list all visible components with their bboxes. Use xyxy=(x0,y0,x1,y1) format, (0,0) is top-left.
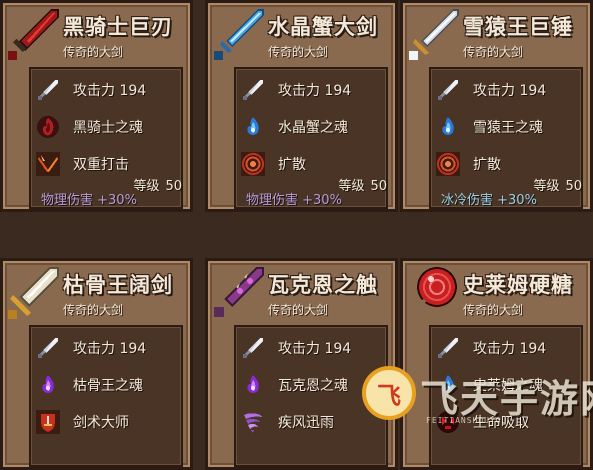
attribute-text: 剑术大师 xyxy=(73,415,129,431)
spread-icon xyxy=(240,151,266,177)
attribute-row: 攻击力 194 xyxy=(435,75,577,105)
attribute-text: 双重打击 xyxy=(73,157,129,173)
card-header: 水晶蟹大剑 传奇的大剑 xyxy=(208,3,395,65)
attribute-text: 攻击力 194 xyxy=(473,83,547,99)
level-caption: 等级 xyxy=(533,179,560,194)
attribute-text: 攻击力 194 xyxy=(73,341,147,357)
crystal-greatsword-icon xyxy=(210,5,268,63)
level-caption: 等级 xyxy=(133,179,160,194)
attribute-text: 攻击力 194 xyxy=(473,341,547,357)
attribute-text: 瓦克恩之魂 xyxy=(278,378,348,394)
bone-broadsword-icon xyxy=(5,263,63,321)
watermark-logo: 飞 xyxy=(362,366,416,420)
weapon-rarity: 传奇的大剑 xyxy=(463,303,524,317)
weapon-card[interactable]: 水晶蟹大剑 传奇的大剑 攻击力 194 水晶蟹之魂 扩散 物理伤害 +30% 等… xyxy=(205,0,398,212)
watermark-subtext: FEITIANSHOUYOU xyxy=(426,416,508,425)
level-caption: 等级 xyxy=(338,179,365,194)
weapon-name: 枯骨王阔剑 xyxy=(63,273,173,297)
blue-soul-icon xyxy=(435,114,461,140)
weapon-name: 史莱姆硬糖 xyxy=(463,273,573,297)
weapon-card[interactable]: 枯骨王阔剑 传奇的大剑 攻击力 194 枯骨王之魂 剑术大师 xyxy=(0,258,193,470)
attribute-row: 剑术大师 xyxy=(35,407,177,437)
blue-soul-icon xyxy=(240,114,266,140)
attribute-row: 黑骑士之魂 xyxy=(35,112,177,142)
card-header: 史莱姆硬糖 传奇的大剑 xyxy=(403,261,590,323)
attribute-row: 雪猿王之魂 xyxy=(435,112,577,142)
card-header: 黑骑士巨刃 传奇的大剑 xyxy=(3,3,190,65)
attribute-row: 攻击力 194 xyxy=(35,333,177,363)
attribute-row: 枯骨王之魂 xyxy=(35,370,177,400)
attribute-text: 扩散 xyxy=(473,157,501,173)
sword-icon xyxy=(240,335,266,361)
weapon-card[interactable]: 黑骑士巨刃 传奇的大剑 攻击力 194 黑骑士之魂 双重打击 物理伤害 +30%… xyxy=(0,0,193,212)
attribute-text: 扩散 xyxy=(278,157,306,173)
weapon-name: 瓦克恩之触 xyxy=(268,273,378,297)
attribute-text: 水晶蟹之魂 xyxy=(278,120,348,136)
attribute-text: 黑骑士之魂 xyxy=(73,120,143,136)
level-value: 50 xyxy=(165,179,182,194)
card-header: 瓦克恩之触 传奇的大剑 xyxy=(208,261,395,323)
weapon-rarity: 传奇的大剑 xyxy=(268,303,329,317)
weapon-rarity: 传奇的大剑 xyxy=(63,45,124,59)
attribute-row: 攻击力 194 xyxy=(240,75,382,105)
weapon-name: 雪猿王巨锤 xyxy=(463,15,573,39)
damage-bonus: 物理伤害 +30% xyxy=(41,193,137,208)
sword-icon xyxy=(35,335,61,361)
level-label: 等级 50 xyxy=(127,175,182,194)
level-label: 等级 50 xyxy=(527,175,582,194)
attribute-text: 攻击力 194 xyxy=(73,83,147,99)
sword-icon xyxy=(35,77,61,103)
attribute-text: 疾风迅雨 xyxy=(278,415,334,431)
whirlwind-icon xyxy=(240,409,266,435)
card-header: 雪猿王巨锤 传奇的大剑 xyxy=(403,3,590,65)
weapon-rarity: 传奇的大剑 xyxy=(268,45,329,59)
weapon-rarity: 传奇的大剑 xyxy=(463,45,524,59)
purple-soul-icon xyxy=(240,372,266,398)
thorn-blade-icon xyxy=(210,263,268,321)
sword-master-icon xyxy=(35,409,61,435)
damage-bonus: 冰冷伤害 +30% xyxy=(441,193,537,208)
sword-icon xyxy=(240,77,266,103)
purple-soul-icon xyxy=(35,372,61,398)
weapon-card[interactable]: 雪猿王巨锤 传奇的大剑 攻击力 194 雪猿王之魂 扩散 冰冷伤害 +30% 等… xyxy=(400,0,593,212)
watermark-text: 飞天手游网 xyxy=(420,377,593,421)
attribute-text: 攻击力 194 xyxy=(278,341,352,357)
stats-panel: 攻击力 194 枯骨王之魂 剑术大师 xyxy=(29,325,183,467)
level-value: 50 xyxy=(565,179,582,194)
black-greatsword-icon xyxy=(5,5,63,63)
damage-bonus: 物理伤害 +30% xyxy=(246,193,342,208)
attribute-row: 水晶蟹之魂 xyxy=(240,112,382,142)
level-value: 50 xyxy=(370,179,387,194)
watermark-logo-char: 飞 xyxy=(377,381,401,410)
lollipop-icon xyxy=(405,263,463,321)
attribute-text: 攻击力 194 xyxy=(278,83,352,99)
site-watermark: 飞 飞天手游网 FEITIANSHOUYOU xyxy=(356,358,593,437)
weapon-name: 水晶蟹大剑 xyxy=(268,15,378,39)
level-label: 等级 50 xyxy=(332,175,387,194)
spread-icon xyxy=(435,151,461,177)
sword-icon xyxy=(435,77,461,103)
attribute-text: 枯骨王之魂 xyxy=(73,378,143,394)
weapon-name: 黑骑士巨刃 xyxy=(63,15,173,39)
snow-greatsword-icon xyxy=(405,5,463,63)
weapon-rarity: 传奇的大剑 xyxy=(63,303,124,317)
attribute-text: 雪猿王之魂 xyxy=(473,120,543,136)
card-header: 枯骨王阔剑 传奇的大剑 xyxy=(3,261,190,323)
attribute-row: 攻击力 194 xyxy=(35,75,177,105)
dark-soul-icon xyxy=(35,114,61,140)
double-strike-icon xyxy=(35,151,61,177)
